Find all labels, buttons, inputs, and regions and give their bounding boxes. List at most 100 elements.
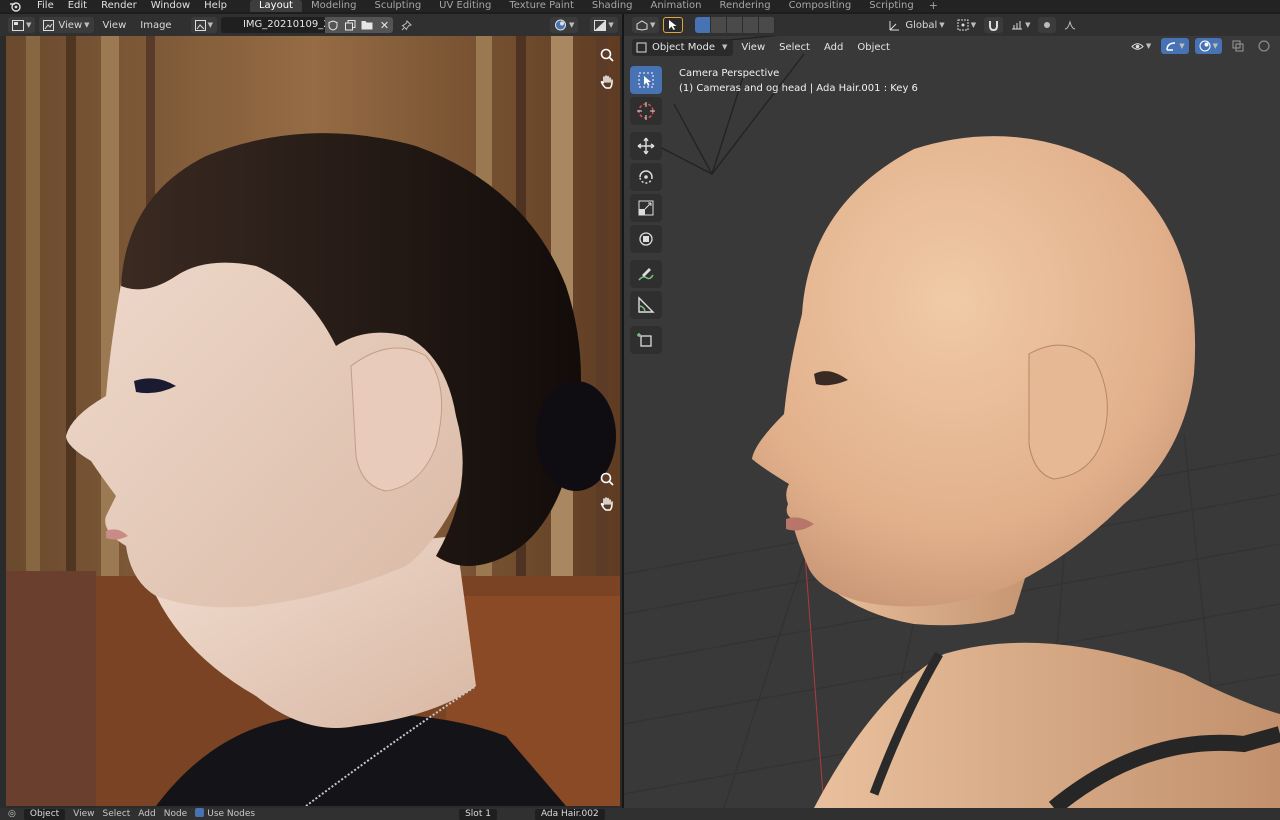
falloff-dropdown[interactable] xyxy=(1060,17,1080,33)
orientation-icon xyxy=(889,20,900,30)
tab-scripting[interactable]: Scripting xyxy=(860,0,922,12)
tab-rendering[interactable]: Rendering xyxy=(710,0,779,12)
chevron-down-icon: ▼ xyxy=(1145,42,1152,50)
use-nodes-checkbox[interactable]: Use Nodes xyxy=(195,808,255,820)
menu-file[interactable]: File xyxy=(30,0,61,12)
tool-add-cube[interactable] xyxy=(630,326,662,354)
slot-dropdown[interactable]: Slot 1 xyxy=(459,808,497,820)
menu-add[interactable]: Add xyxy=(138,808,155,820)
tab-layout[interactable]: Layout xyxy=(249,0,302,12)
blender-logo-icon[interactable] xyxy=(8,0,22,12)
interaction-mode-dropdown[interactable]: Object Mode ▼ xyxy=(632,38,734,56)
image-editor-icon xyxy=(12,19,24,31)
overlays-toggle[interactable]: ▼ xyxy=(549,17,579,33)
menu-render[interactable]: Render xyxy=(94,0,144,12)
open-image-button[interactable] xyxy=(358,17,376,33)
select-intersect-button[interactable] xyxy=(759,17,776,33)
top-menu-bar: File Edit Render Window Help Layout Mode… xyxy=(0,0,1280,12)
chevron-down-icon: ▼ xyxy=(26,21,32,29)
3d-viewport[interactable]: ▼ Global ▼ ▼ ▼ Object Mode ▼ View Select… xyxy=(624,14,1280,808)
pin-icon xyxy=(401,19,412,30)
tool-shelf xyxy=(630,66,662,357)
tab-shading[interactable]: Shading xyxy=(583,0,642,12)
tab-texture-paint[interactable]: Texture Paint xyxy=(500,0,583,12)
pin-button[interactable] xyxy=(397,17,416,33)
checkbox-icon xyxy=(195,808,205,817)
active-object-info: (1) Cameras and og head | Ada Hair.001 :… xyxy=(679,83,918,94)
shading-wireframe-button[interactable] xyxy=(1254,38,1274,54)
zoom-icon[interactable] xyxy=(598,46,616,64)
snap-increment-icon xyxy=(1012,21,1023,30)
select-new-button[interactable] xyxy=(695,17,712,33)
gizmo-toggle[interactable]: ▼ xyxy=(1161,38,1189,54)
menu-object[interactable]: Object xyxy=(851,42,896,53)
editor-type-button[interactable]: ▼ xyxy=(632,17,660,33)
select-extend-button[interactable] xyxy=(711,17,728,33)
tool-move[interactable] xyxy=(630,132,662,160)
menu-node[interactable]: Node xyxy=(164,808,188,820)
close-icon: ✕ xyxy=(379,18,390,32)
overlays-toggle[interactable]: ▼ xyxy=(1194,38,1222,54)
visibility-dropdown[interactable]: ▼ xyxy=(1127,38,1155,54)
display-channels-dropdown[interactable]: ▼ xyxy=(590,17,618,33)
tool-select-box[interactable] xyxy=(630,66,662,94)
pivot-icon xyxy=(957,19,969,31)
tool-cursor[interactable] xyxy=(630,97,662,125)
copy-icon xyxy=(344,19,356,30)
proportional-editing-toggle[interactable] xyxy=(1038,17,1057,33)
material-field[interactable]: Ada Hair.002 xyxy=(534,808,605,820)
menu-select[interactable]: Select xyxy=(773,42,816,53)
pivot-point-dropdown[interactable]: ▼ xyxy=(953,17,980,33)
tool-rotate[interactable] xyxy=(630,163,662,191)
image-datablock: IMG_20210109_20... ✕ xyxy=(220,17,393,33)
tab-modeling[interactable]: Modeling xyxy=(302,0,366,12)
menu-edit[interactable]: Edit xyxy=(61,0,94,12)
workspace-tabs: Layout Modeling Sculpting UV Editing Tex… xyxy=(249,0,944,12)
menu-view[interactable]: View xyxy=(735,42,771,53)
menu-window[interactable]: Window xyxy=(144,0,197,12)
reference-photo[interactable] xyxy=(6,36,620,806)
select-invert-button[interactable] xyxy=(743,17,760,33)
menu-image[interactable]: Image xyxy=(135,20,176,31)
snap-target-dropdown[interactable]: ▼ xyxy=(1007,17,1034,33)
snap-toggle[interactable] xyxy=(984,17,1004,33)
tool-transform[interactable] xyxy=(630,225,662,253)
tool-measure[interactable] xyxy=(630,291,662,319)
xray-toggle[interactable] xyxy=(1228,38,1248,54)
image-editor: ▼ View ▼ View Image ▼ IMG_20210109_20... xyxy=(0,14,622,808)
menu-add[interactable]: Add xyxy=(818,42,849,53)
zoom-icon[interactable] xyxy=(598,470,616,488)
editor-type-button[interactable]: ▼ xyxy=(8,17,36,33)
duplicate-image-button[interactable] xyxy=(341,17,359,33)
object-mode-dropdown[interactable]: Object xyxy=(23,808,66,820)
fake-user-button[interactable] xyxy=(324,17,342,33)
menu-view[interactable]: View xyxy=(73,808,94,820)
3d-cursor-icon xyxy=(637,102,655,120)
select-subtract-button[interactable] xyxy=(727,17,744,33)
transform-orientation-dropdown[interactable]: Global ▼ xyxy=(885,17,948,33)
image-name-field[interactable]: IMG_20210109_20... xyxy=(220,17,325,33)
tab-uv-editing[interactable]: UV Editing xyxy=(430,0,500,12)
bottom-editor-header: ◎ Object View Select Add Node Use Nodes … xyxy=(0,808,1280,820)
menu-select[interactable]: Select xyxy=(103,808,131,820)
browse-image-button[interactable]: ▼ xyxy=(190,17,217,33)
hand-pan-icon[interactable] xyxy=(598,72,616,90)
hand-pan-icon[interactable] xyxy=(598,494,616,512)
menu-view[interactable]: View xyxy=(98,20,132,31)
channels-icon xyxy=(594,19,607,31)
tool-scale[interactable] xyxy=(630,194,662,222)
menu-help[interactable]: Help xyxy=(197,0,234,12)
editor-type-icon[interactable]: ◎ xyxy=(8,808,16,820)
select-tool-button[interactable] xyxy=(663,17,684,33)
unlink-image-button[interactable]: ✕ xyxy=(375,17,393,33)
view-mode-dropdown[interactable]: View ▼ xyxy=(39,17,94,33)
3d-viewport-icon xyxy=(636,19,648,31)
chevron-down-icon: ▼ xyxy=(939,21,945,29)
cursor-select-icon xyxy=(669,20,677,30)
tab-compositing[interactable]: Compositing xyxy=(780,0,861,12)
tool-annotate[interactable] xyxy=(630,260,662,288)
tab-sculpting[interactable]: Sculpting xyxy=(365,0,430,12)
add-workspace-button[interactable]: + xyxy=(923,0,944,12)
overlays-icon xyxy=(554,19,566,31)
tab-animation[interactable]: Animation xyxy=(642,0,711,12)
